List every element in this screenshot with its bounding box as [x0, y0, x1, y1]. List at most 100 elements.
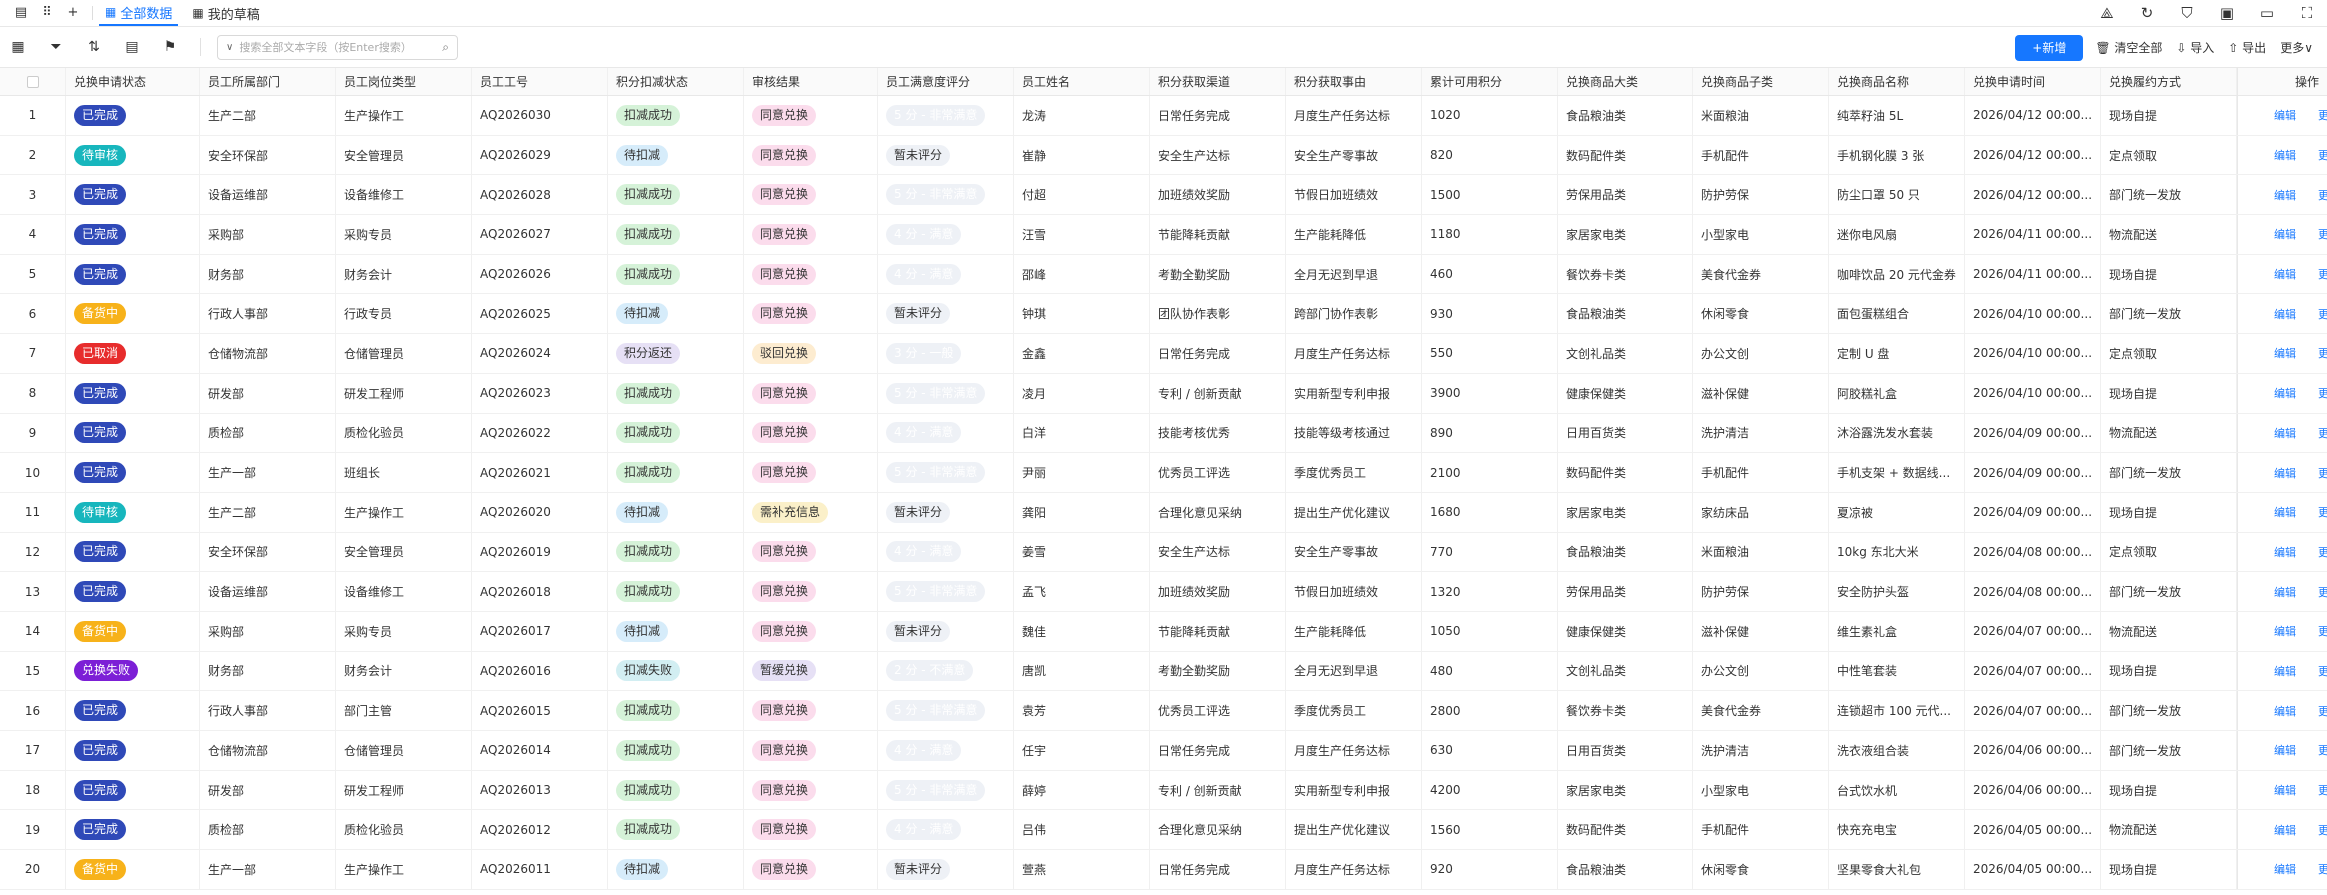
edit-link[interactable]: 编辑	[2274, 465, 2296, 481]
more-link[interactable]: 更多	[2318, 306, 2327, 322]
more-link[interactable]: 更多	[2318, 742, 2327, 758]
tab-all-data[interactable]: ▦ 全部数据	[99, 0, 179, 26]
export-button[interactable]: ⇧ 导出	[2228, 39, 2266, 56]
table-cell: 2026/04/12 00:00...	[1965, 96, 2101, 135]
table-icon[interactable]: ▤	[14, 6, 28, 20]
column-header[interactable]: 兑换商品大类	[1558, 68, 1693, 95]
import-button[interactable]: ⇩ 导入	[2176, 39, 2214, 56]
more-link[interactable]: 更多	[2318, 663, 2327, 679]
status-tag: 已完成	[74, 184, 127, 206]
column-header[interactable]: 审核结果	[744, 68, 878, 95]
document-icon[interactable]: ▭	[2247, 4, 2287, 22]
more-link[interactable]: 更多	[2318, 861, 2327, 877]
sort-icon[interactable]: ⇅	[86, 39, 102, 55]
table-cell: 物流配送	[2101, 810, 2237, 850]
more-link[interactable]: 更多	[2318, 584, 2327, 600]
column-header[interactable]: 累计可用积分	[1422, 68, 1558, 95]
column-header[interactable]: 兑换申请时间	[1965, 68, 2101, 95]
column-header[interactable]: 员工岗位类型	[336, 68, 472, 95]
more-menu-button[interactable]: 更多∨	[2280, 39, 2313, 56]
edit-link[interactable]: 编辑	[2274, 822, 2296, 838]
form-icon[interactable]: ▣	[2207, 4, 2247, 22]
more-link[interactable]: 更多	[2318, 544, 2327, 560]
column-header[interactable]: 兑换申请状态	[66, 68, 200, 95]
table-cell: 家居家电类	[1558, 215, 1693, 254]
fullscreen-icon[interactable]: ⛶	[2287, 4, 2327, 22]
more-link[interactable]: 更多	[2318, 345, 2327, 361]
edit-link[interactable]: 编辑	[2274, 385, 2296, 401]
edit-link[interactable]: 编辑	[2274, 107, 2296, 123]
more-link[interactable]: 更多	[2318, 703, 2327, 719]
table-row: 3 已完成 设备运维部 设备维修工 AQ2026028 扣减成功 同意兑换 5 分 - 非常满…	[0, 175, 2327, 216]
edit-link[interactable]: 编辑	[2274, 544, 2296, 560]
status-tag: 同意兑换	[752, 620, 817, 642]
edit-link[interactable]: 编辑	[2274, 266, 2296, 282]
table-cell: 5 分 - 非常满意	[878, 691, 1014, 730]
add-view-icon[interactable]: +	[66, 6, 80, 20]
edit-link[interactable]: 编辑	[2274, 345, 2296, 361]
table-cell: 质检部	[200, 413, 336, 453]
edit-link[interactable]: 编辑	[2274, 623, 2296, 639]
more-link[interactable]: 更多	[2318, 187, 2327, 203]
column-header[interactable]: 员工姓名	[1014, 68, 1150, 95]
edit-link[interactable]: 编辑	[2274, 703, 2296, 719]
search-icon[interactable]: ⌕	[442, 40, 449, 55]
refresh-icon[interactable]: ↻	[2127, 4, 2167, 22]
more-link[interactable]: 更多	[2318, 504, 2327, 520]
more-link[interactable]: 更多	[2318, 147, 2327, 163]
column-header[interactable]: 兑换履约方式	[2101, 68, 2237, 95]
search-input[interactable]: ∨ 搜索全部文本字段（按Enter搜索） ⌕	[217, 34, 458, 60]
edit-link[interactable]: 编辑	[2274, 584, 2296, 600]
edit-link[interactable]: 编辑	[2274, 504, 2296, 520]
view-settings-icon[interactable]: ▦	[10, 39, 26, 55]
edit-link[interactable]: 编辑	[2274, 742, 2296, 758]
more-link[interactable]: 更多	[2318, 107, 2327, 123]
flag-icon[interactable]: ⚑	[162, 39, 178, 55]
share-icon[interactable]: ⟁	[2087, 4, 2127, 22]
column-header[interactable]: 员工工号	[472, 68, 608, 95]
drag-handle-icon[interactable]: ⠿	[40, 6, 54, 20]
chevron-down-icon[interactable]: ∨	[226, 42, 233, 53]
column-header[interactable]: 兑换商品名称	[1829, 68, 1965, 95]
more-link[interactable]: 更多	[2318, 425, 2327, 441]
more-link[interactable]: 更多	[2318, 465, 2327, 481]
calendar-icon[interactable]: ▤	[124, 39, 140, 55]
column-header[interactable]: 积分获取事由	[1286, 68, 1422, 95]
table-cell: 2026/04/11 00:00...	[1965, 215, 2101, 254]
more-link[interactable]: 更多	[2318, 782, 2327, 798]
status-tag: 扣减成功	[616, 581, 681, 603]
edit-link[interactable]: 编辑	[2274, 306, 2296, 322]
edit-link[interactable]: 编辑	[2274, 663, 2296, 679]
more-link[interactable]: 更多	[2318, 226, 2327, 242]
column-header[interactable]: 兑换商品子类	[1693, 68, 1829, 95]
table-cell: 5 分 - 非常满意	[878, 175, 1014, 215]
table-cell: 生产操作工	[336, 96, 472, 135]
row-number: 4	[0, 215, 66, 254]
table-cell: 台式饮水机	[1829, 770, 1965, 810]
table-cell: 部门统一发放	[2101, 691, 2237, 730]
table-cell: 崔静	[1014, 135, 1150, 175]
add-record-button[interactable]: + 新增	[2015, 34, 2084, 61]
column-header[interactable]: 积分扣减状态	[608, 68, 744, 95]
more-link[interactable]: 更多	[2318, 623, 2327, 639]
column-header-actions: 操作	[2237, 68, 2327, 95]
edit-link[interactable]: 编辑	[2274, 782, 2296, 798]
edit-link[interactable]: 编辑	[2274, 147, 2296, 163]
tab-my-drafts[interactable]: ▦ 我的草稿	[186, 0, 265, 26]
column-header[interactable]: 员工满意度评分	[878, 68, 1014, 95]
edit-link[interactable]: 编辑	[2274, 187, 2296, 203]
column-header[interactable]: 积分获取渠道	[1150, 68, 1286, 95]
edit-link[interactable]: 编辑	[2274, 861, 2296, 877]
more-link[interactable]: 更多	[2318, 266, 2327, 282]
select-all-checkbox[interactable]	[26, 75, 39, 88]
more-link[interactable]: 更多	[2318, 385, 2327, 401]
table-cell: 健康保健类	[1558, 611, 1693, 651]
clear-all-button[interactable]: 🗑 清空全部	[2095, 39, 2162, 56]
table-cell: 小型家电	[1693, 770, 1829, 810]
edit-link[interactable]: 编辑	[2274, 425, 2296, 441]
more-link[interactable]: 更多	[2318, 822, 2327, 838]
shield-icon[interactable]: ⛉	[2167, 4, 2207, 22]
edit-link[interactable]: 编辑	[2274, 226, 2296, 242]
column-header[interactable]: 员工所属部门	[200, 68, 336, 95]
filter-icon[interactable]: ⏷	[48, 39, 64, 55]
